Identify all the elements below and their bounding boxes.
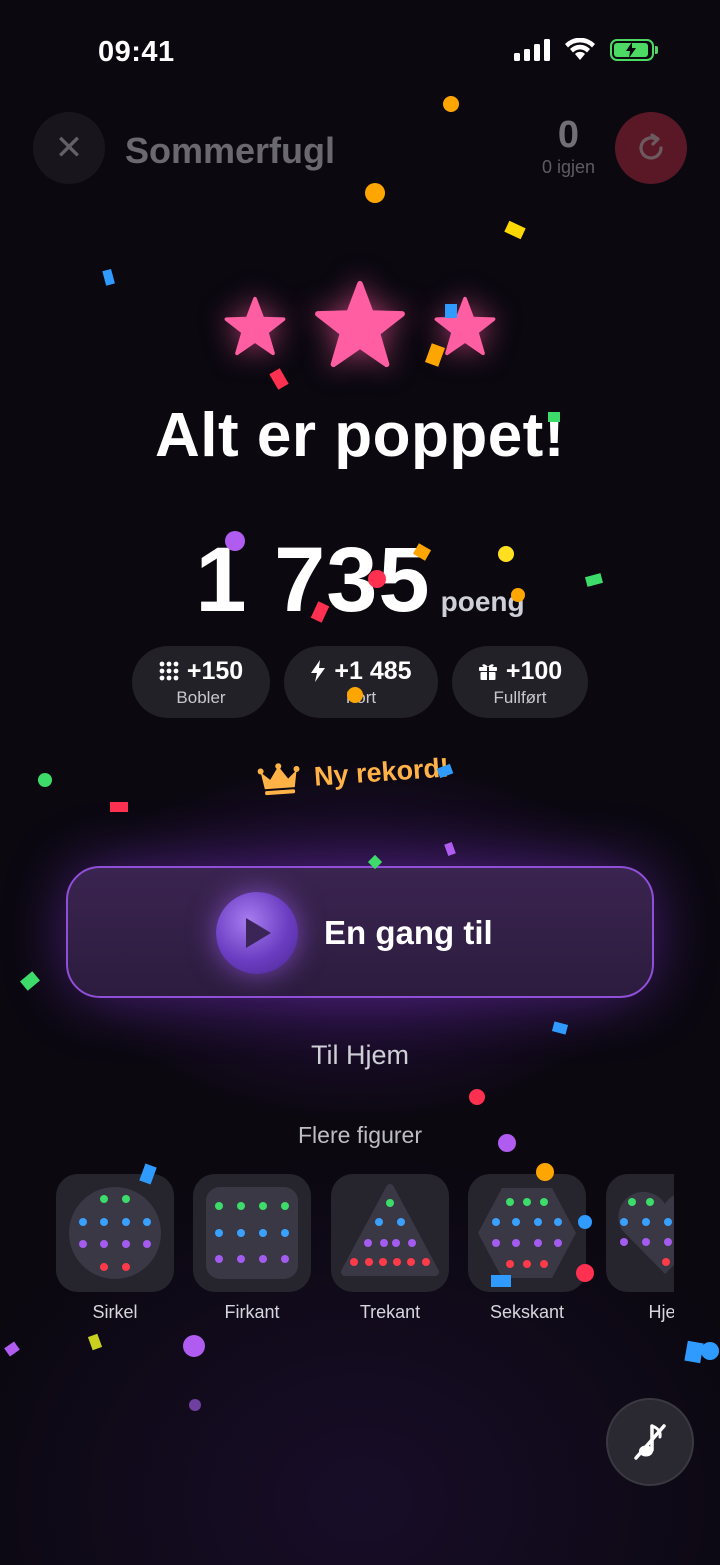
shape-label: Sirkel [92, 1302, 138, 1322]
shape-thumbnail [193, 1174, 311, 1292]
shape-label: Hjer [648, 1302, 674, 1322]
signal-icon [514, 39, 550, 61]
close-button[interactable]: ✕ [33, 112, 105, 184]
battery-icon [610, 39, 658, 61]
shape-carousel[interactable]: Sirkel Firkant Trekant Sekskant Hje [56, 1174, 674, 1324]
header-score: 0 0 igjen [542, 114, 595, 178]
star-icon [315, 280, 405, 368]
play-again-button[interactable]: En gang til [66, 866, 654, 998]
home-link[interactable]: Til Hjem [0, 1040, 720, 1071]
status-time: 09:41 [98, 36, 175, 68]
level-title: Sommerfugl [125, 130, 336, 171]
shape-item-trekant[interactable]: Trekant [331, 1174, 449, 1323]
bubbles-grid-icon [159, 661, 179, 681]
shape-item-hjerte[interactable]: Hjer [606, 1174, 674, 1323]
close-icon: ✕ [54, 129, 84, 167]
final-score-value: 1 735 [195, 529, 431, 631]
final-score: 1 735 poeng [0, 528, 720, 633]
breakdown-complete: +100 Fullført [452, 646, 588, 718]
replay-icon [639, 133, 663, 160]
shape-thumbnail [468, 1174, 586, 1292]
shape-thumbnail [331, 1174, 449, 1292]
shape-item-sekskant[interactable]: Sekskant [468, 1174, 586, 1323]
remaining-count: 0 igjen [541, 157, 595, 177]
play-icon [216, 892, 298, 974]
replay-button[interactable] [615, 112, 687, 184]
shape-thumbnail [56, 1174, 174, 1292]
breakdown-label: Fullført [493, 687, 547, 707]
breakdown-value: +100 [505, 656, 563, 685]
header-score-value: 0 [557, 114, 580, 156]
breakdown-speed: +1 485 Fort [284, 646, 438, 718]
status-icons [514, 38, 658, 62]
more-shapes-heading: Flere figurer [298, 1122, 422, 1148]
breakdown-label: Bobler [176, 687, 226, 707]
game-header: ✕ Sommerfugl 0 0 igjen [0, 112, 720, 186]
shape-thumbnail [606, 1174, 674, 1292]
gift-icon [478, 664, 497, 680]
music-toggle-button[interactable] [606, 1398, 694, 1486]
breakdown-value: +1 485 [334, 656, 412, 685]
breakdown-bubbles: +150 Bobler [132, 646, 270, 718]
score-unit: poeng [440, 586, 525, 617]
breakdown-label: Fort [345, 687, 377, 707]
crown-icon [257, 763, 300, 796]
score-breakdown: +150 Bobler +1 485 Fort +100 Fullført [0, 646, 720, 718]
play-again-label: En gang til [324, 914, 493, 951]
shape-label: Trekant [359, 1302, 421, 1322]
music-off-icon [634, 1424, 666, 1460]
shape-item-firkant[interactable]: Firkant [193, 1174, 311, 1323]
star-icon [224, 296, 286, 356]
lightning-icon [311, 660, 326, 682]
shape-label: Firkant [224, 1302, 280, 1322]
result-headline: Alt er poppet! [155, 401, 565, 470]
shape-item-sirkel[interactable]: Sirkel [56, 1174, 174, 1323]
star-icon [434, 296, 496, 356]
star-rating [0, 278, 720, 378]
wifi-icon [565, 38, 595, 60]
breakdown-value: +150 [186, 656, 244, 685]
shape-label: Sekskant [489, 1302, 565, 1322]
